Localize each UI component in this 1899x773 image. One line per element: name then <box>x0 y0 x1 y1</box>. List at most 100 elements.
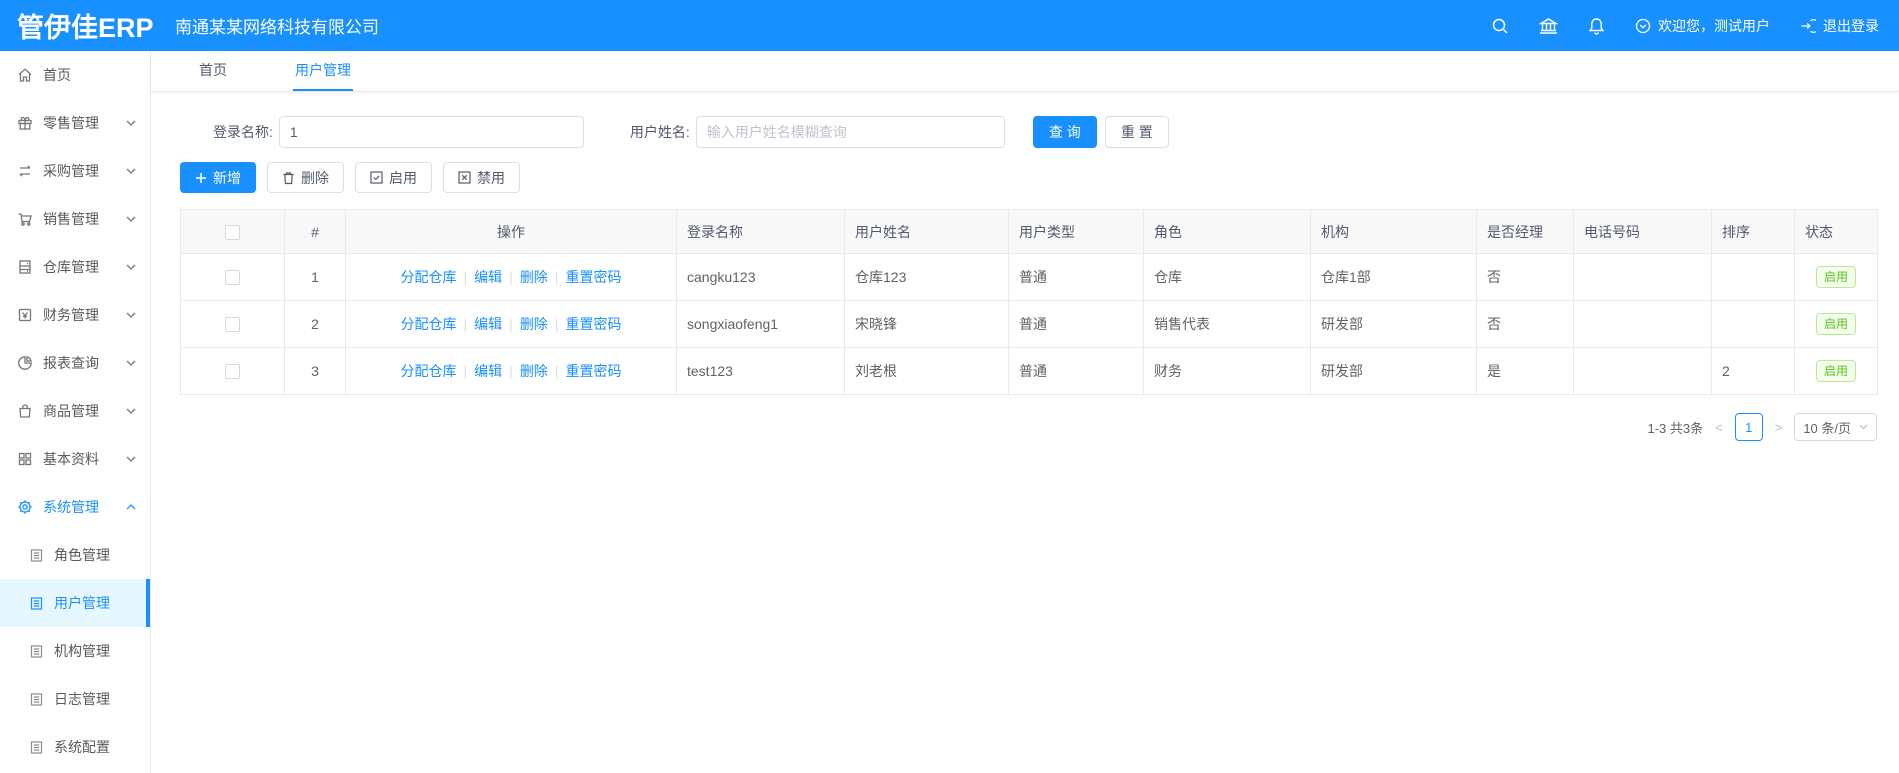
sidebar-item-log-mgmt[interactable]: 日志管理 <box>0 675 150 723</box>
next-page-icon[interactable]: > <box>1773 420 1785 435</box>
sidebar-item-finance[interactable]: 财务管理 <box>0 291 150 339</box>
cell-role: 仓库 <box>1143 253 1311 301</box>
col-index: # <box>284 209 346 254</box>
table-row: 1 分配仓库 | 编辑 | 删除 | 重置密码 cangku123 仓库123 普通 仓库 … <box>180 253 1878 301</box>
cell-index: 2 <box>284 300 346 348</box>
cell-login: cangku123 <box>676 253 845 301</box>
cell-type: 普通 <box>1008 253 1144 301</box>
select-all-checkbox[interactable] <box>225 224 240 240</box>
sidebar-item-basic-data[interactable]: 基本资料 <box>0 435 150 483</box>
delete-button-label: 删除 <box>301 169 329 186</box>
sidebar-item-label: 系统配置 <box>54 739 110 755</box>
sidebar-item-label: 销售管理 <box>43 211 99 227</box>
user-name-input[interactable] <box>695 116 1005 148</box>
assign-warehouse-link[interactable]: 分配仓库 <box>401 363 457 379</box>
col-role: 角色 <box>1143 209 1311 254</box>
user-name-label: 用户姓名: <box>629 124 690 140</box>
toolbar: 新增 删除 启用 禁用 <box>180 162 1899 193</box>
col-type: 用户类型 <box>1008 209 1144 254</box>
edit-link[interactable]: 编辑 <box>474 363 502 379</box>
cell-org: 研发部 <box>1310 347 1477 395</box>
table-header-row: # 操作 登录名称 用户姓名 用户类型 角色 机构 是否经理 电话号码 排序 状… <box>180 209 1878 254</box>
sidebar-item-purchase[interactable]: 采购管理 <box>0 147 150 195</box>
link-divider: | <box>554 316 559 332</box>
disable-button[interactable]: 禁用 <box>443 162 520 193</box>
down-circle-icon <box>1635 18 1651 33</box>
cell-index: 1 <box>284 253 346 301</box>
table-body: 1 分配仓库 | 编辑 | 删除 | 重置密码 cangku123 仓库123 普通 仓库 … <box>180 253 1878 395</box>
pie-chart-icon <box>18 356 32 370</box>
cell-role: 财务 <box>1143 347 1311 395</box>
link-divider: | <box>554 269 559 285</box>
sidebar-item-label: 财务管理 <box>43 307 99 323</box>
delete-link[interactable]: 删除 <box>520 363 548 379</box>
chevron-down-icon <box>126 408 136 414</box>
document-icon <box>30 596 43 610</box>
sidebar-item-label: 零售管理 <box>43 115 99 131</box>
sidebar-item-user-mgmt[interactable]: 用户管理 <box>0 579 150 627</box>
status-badge: 启用 <box>1815 360 1856 382</box>
cell-sort <box>1711 300 1795 348</box>
login-name-input[interactable] <box>278 116 584 148</box>
logout-button[interactable]: 退出登录 <box>1800 16 1879 36</box>
edit-link[interactable]: 编辑 <box>474 269 502 285</box>
home-icon <box>18 68 32 82</box>
user-menu[interactable]: 欢迎您，测试用户 <box>1635 16 1770 36</box>
sidebar-item-warehouse[interactable]: 仓库管理 <box>0 243 150 291</box>
row-checkbox[interactable] <box>225 270 240 286</box>
finance-icon <box>18 308 32 322</box>
logout-icon <box>1801 18 1816 33</box>
col-name: 用户姓名 <box>844 209 1009 254</box>
home-bank-icon[interactable] <box>1539 17 1558 35</box>
sidebar-item-system-config[interactable]: 系统配置 <box>0 723 150 771</box>
edit-link[interactable]: 编辑 <box>474 316 502 332</box>
assign-warehouse-link[interactable]: 分配仓库 <box>401 269 457 285</box>
chevron-down-icon <box>126 360 136 366</box>
reset-button[interactable]: 重 置 <box>1104 116 1169 148</box>
prev-page-icon[interactable]: < <box>1713 420 1725 435</box>
reset-password-link[interactable]: 重置密码 <box>565 269 621 285</box>
link-divider: | <box>509 363 513 379</box>
document-icon <box>30 692 43 706</box>
reset-password-link[interactable]: 重置密码 <box>565 363 621 379</box>
cell-name: 宋晓锋 <box>844 300 1009 348</box>
enable-button[interactable]: 启用 <box>355 162 432 193</box>
delete-button[interactable]: 删除 <box>267 162 344 193</box>
tab-home[interactable]: 首页 <box>197 51 229 91</box>
reset-password-link[interactable]: 重置密码 <box>565 316 621 332</box>
page-number-button[interactable]: 1 <box>1734 413 1763 441</box>
gear-icon <box>18 500 32 514</box>
link-divider: | <box>554 363 559 379</box>
swap-icon <box>19 165 31 177</box>
sidebar-item-sales[interactable]: 销售管理 <box>0 195 150 243</box>
search-icon[interactable] <box>1491 17 1509 35</box>
sidebar-item-retail[interactable]: 零售管理 <box>0 99 150 147</box>
bell-icon[interactable] <box>1588 17 1605 35</box>
sidebar: 首页 零售管理 采购管理 销售管理 仓库管理 财务管理 报表查询 商品管理 基本… <box>0 51 151 773</box>
cell-manager: 是 <box>1476 347 1574 395</box>
cell-sort <box>1711 253 1795 301</box>
document-icon <box>30 644 43 658</box>
sidebar-item-reports[interactable]: 报表查询 <box>0 339 150 387</box>
sidebar-item-label: 系统管理 <box>43 499 99 515</box>
delete-link[interactable]: 删除 <box>520 316 548 332</box>
chevron-down-icon <box>126 456 136 462</box>
sidebar-item-org-mgmt[interactable]: 机构管理 <box>0 627 150 675</box>
add-button[interactable]: 新增 <box>180 162 256 193</box>
col-phone: 电话号码 <box>1573 209 1712 254</box>
delete-link[interactable]: 删除 <box>520 269 548 285</box>
page-size-select[interactable]: 10 条/页 <box>1794 413 1877 441</box>
sidebar-item-home[interactable]: 首页 <box>0 51 150 99</box>
row-checkbox[interactable] <box>225 317 240 333</box>
chevron-down-icon <box>126 264 136 270</box>
sidebar-item-role-mgmt[interactable]: 角色管理 <box>0 531 150 579</box>
sidebar-item-system[interactable]: 系统管理 <box>0 483 150 531</box>
sidebar-item-label: 首页 <box>43 67 71 83</box>
assign-warehouse-link[interactable]: 分配仓库 <box>401 316 457 332</box>
cell-login: songxiaofeng1 <box>676 300 845 348</box>
grid-icon <box>18 452 32 466</box>
row-checkbox[interactable] <box>225 364 240 380</box>
query-button[interactable]: 查 询 <box>1032 116 1097 148</box>
sidebar-item-products[interactable]: 商品管理 <box>0 387 150 435</box>
tab-user-mgmt[interactable]: 用户管理 <box>293 51 353 91</box>
